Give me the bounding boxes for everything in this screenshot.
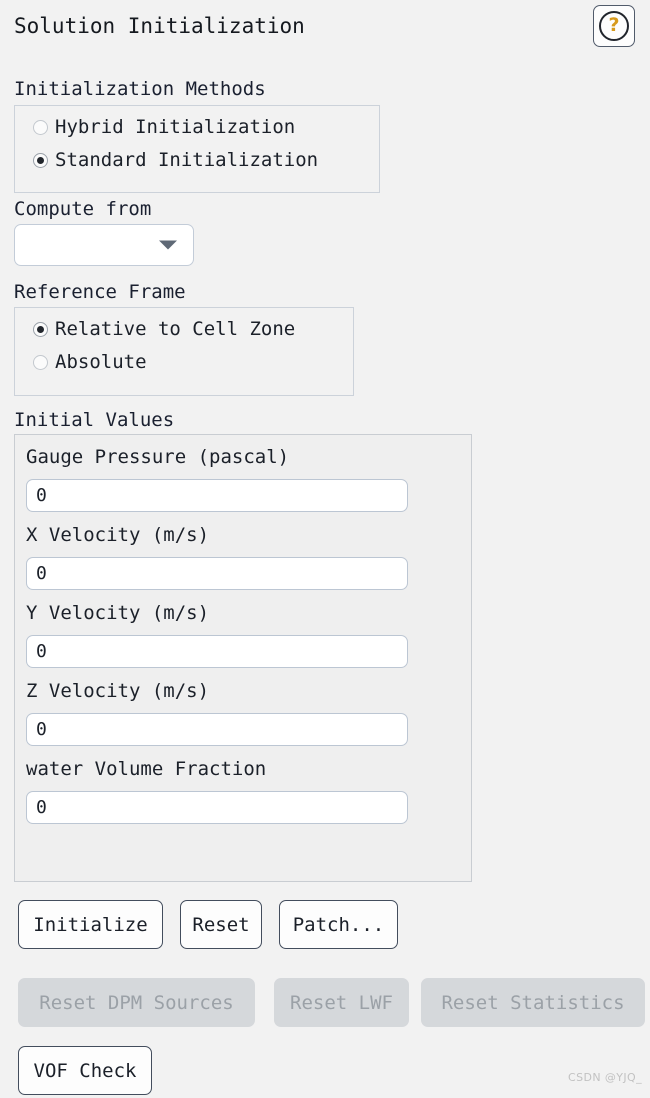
panel-header: Solution Initialization ? [0, 0, 650, 58]
radio-indicator-unchecked [33, 354, 48, 370]
radio-label: Standard Initialization [55, 149, 319, 171]
initial-values-label: Initial Values [14, 409, 175, 431]
input-gauge-pressure[interactable] [26, 479, 408, 512]
radio-standard-initialization[interactable]: Standard Initialization [33, 149, 318, 171]
radio-indicator-unchecked [33, 119, 48, 135]
field-label-x-velocity: X Velocity (m/s) [26, 524, 210, 546]
field-label-z-velocity: Z Velocity (m/s) [26, 680, 210, 702]
radio-indicator-checked [33, 321, 48, 337]
input-water-volume-fraction[interactable] [26, 791, 408, 824]
solution-initialization-panel: Solution Initialization ? Initialization… [0, 0, 650, 1098]
help-button[interactable]: ? [593, 5, 635, 47]
vof-check-button[interactable]: VOF Check [18, 1046, 152, 1095]
initial-values-panel: Gauge Pressure (pascal) X Velocity (m/s)… [14, 434, 472, 882]
reference-frame-group: Relative to Cell Zone Absolute [14, 307, 354, 396]
initialize-button[interactable]: Initialize [18, 900, 163, 949]
reset-statistics-button: Reset Statistics [421, 978, 645, 1027]
patch-button[interactable]: Patch... [279, 900, 398, 949]
radio-label: Relative to Cell Zone [55, 318, 296, 340]
reset-button[interactable]: Reset [180, 900, 262, 949]
reset-lwf-button: Reset LWF [274, 978, 409, 1027]
radio-indicator-checked [33, 152, 48, 168]
initialization-methods-group: Hybrid Initialization Standard Initializ… [14, 105, 380, 193]
page-title: Solution Initialization [14, 14, 305, 38]
reset-dpm-sources-button: Reset DPM Sources [18, 978, 255, 1027]
chevron-down-icon [159, 240, 177, 250]
input-z-velocity[interactable] [26, 713, 408, 746]
radio-label: Absolute [55, 351, 147, 373]
compute-from-dropdown[interactable] [14, 224, 194, 266]
watermark: CSDN @YJQ_ [568, 1071, 642, 1084]
compute-from-label: Compute from [14, 198, 152, 220]
field-label-gauge-pressure: Gauge Pressure (pascal) [26, 446, 290, 468]
reference-frame-label: Reference Frame [14, 281, 186, 303]
radio-relative-to-cell-zone[interactable]: Relative to Cell Zone [33, 318, 295, 340]
help-glyph: ? [608, 14, 620, 36]
radio-label: Hybrid Initialization [55, 116, 296, 138]
radio-absolute[interactable]: Absolute [33, 351, 147, 373]
input-x-velocity[interactable] [26, 557, 408, 590]
radio-hybrid-initialization[interactable]: Hybrid Initialization [33, 116, 295, 138]
field-label-water-volume-fraction: water Volume Fraction [26, 758, 267, 780]
input-y-velocity[interactable] [26, 635, 408, 668]
question-mark-icon: ? [599, 11, 629, 41]
initialization-methods-label: Initialization Methods [14, 78, 266, 100]
field-label-y-velocity: Y Velocity (m/s) [26, 602, 210, 624]
